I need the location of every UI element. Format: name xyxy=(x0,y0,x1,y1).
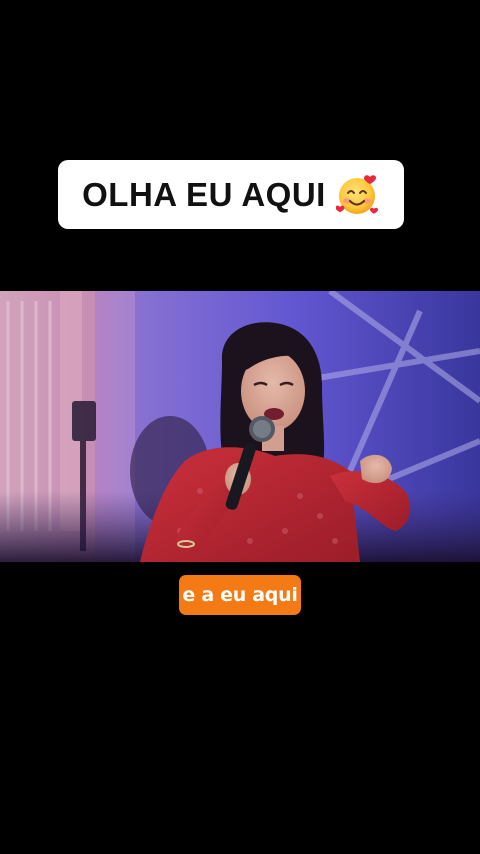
caption-banner: e a eu aqui xyxy=(179,575,301,615)
stage-photo xyxy=(0,291,480,562)
title-text: OLHA EU AQUI xyxy=(82,175,326,213)
smiling-face-with-hearts-icon xyxy=(335,174,378,214)
caption-text: e a eu aqui xyxy=(182,584,298,606)
story-screen: OLHA EU AQUI e a eu aqui xyxy=(0,0,480,854)
video-frame[interactable] xyxy=(0,291,480,562)
title-banner: OLHA EU AQUI xyxy=(58,160,404,229)
